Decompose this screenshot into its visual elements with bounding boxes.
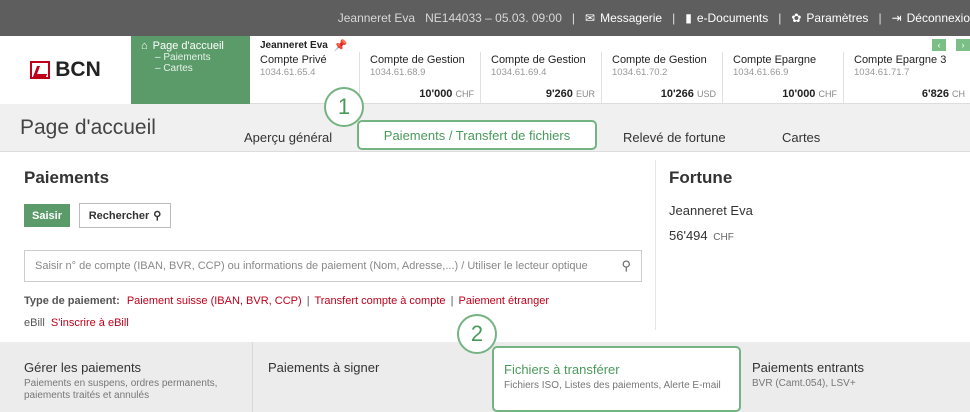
account-name: Compte de Gestion bbox=[370, 54, 465, 66]
account-balance: 9'260 EUR bbox=[545, 88, 595, 100]
swiss-payment-link[interactable]: Paiement suisse (IBAN, BVR, CCP) bbox=[127, 295, 302, 307]
page-title: Page d'accueil bbox=[20, 116, 156, 139]
payment-type-label: Type de paiement: bbox=[24, 295, 120, 307]
card-title: Paiements entrants bbox=[752, 360, 865, 375]
divider bbox=[655, 160, 656, 330]
session-info: NE144033 – 05.03. 09:00 bbox=[425, 11, 562, 25]
separator: | bbox=[306, 295, 310, 307]
account-number: 1034.61.69.4 bbox=[491, 67, 547, 78]
separator: | bbox=[571, 11, 576, 25]
account-card[interactable]: Compte de Gestion 1034.61.70.2 10'266 US… bbox=[602, 52, 723, 104]
files-transfer-card[interactable]: Fichiers à transférer Fichiers ISO, List… bbox=[492, 346, 741, 412]
account-number: 1034.61.65.4 bbox=[260, 67, 316, 78]
tab-wealth[interactable]: Relevé de fortune bbox=[623, 130, 726, 145]
logout-link[interactable]: Déconnexio bbox=[907, 11, 970, 25]
separator: | bbox=[672, 11, 676, 25]
bcn-logo-text: BCN bbox=[55, 58, 101, 81]
logout-icon: ⇥ bbox=[891, 11, 902, 25]
nav-home[interactable]: ⌂ Page d'accueil bbox=[141, 40, 250, 52]
page-header: Page d'accueil Aperçu général Paiements … bbox=[0, 104, 970, 152]
account-balance: 6'826 CH bbox=[921, 88, 965, 100]
account-name: Compte de Gestion bbox=[612, 54, 707, 66]
fortune-heading: Fortune bbox=[669, 168, 733, 187]
tab-overview[interactable]: Aperçu général bbox=[244, 130, 332, 145]
messaging-link[interactable]: Messagerie bbox=[600, 11, 662, 25]
search-icon: ⚲ bbox=[153, 210, 162, 222]
chevron-right-icon[interactable]: › bbox=[956, 39, 970, 51]
enter-payment-button[interactable]: Saisir bbox=[24, 204, 70, 227]
account-card[interactable]: Compte de Gestion 1034.61.69.4 9'260 EUR bbox=[481, 52, 602, 104]
nav-item-payments[interactable]: – Paiements bbox=[141, 52, 250, 63]
step-marker-2: 2 bbox=[457, 314, 497, 354]
tab-payments[interactable]: Paiements / Transfert de fichiers bbox=[357, 120, 597, 150]
account-number: 1034.61.71.7 bbox=[854, 67, 910, 78]
bcn-logo-icon bbox=[30, 61, 51, 79]
foreign-payment-link[interactable]: Paiement étranger bbox=[458, 295, 549, 307]
account-number: 1034.61.70.2 bbox=[612, 67, 668, 78]
account-balance: 10'266 USD bbox=[660, 88, 716, 100]
separator: | bbox=[878, 11, 882, 25]
account-card[interactable]: Compte Epargne 3 1034.61.71.7 6'826 CH bbox=[844, 52, 965, 104]
divider bbox=[252, 342, 253, 412]
ebill-signup-link[interactable]: S'inscrire à eBill bbox=[51, 317, 129, 329]
card-subtitle: Fichiers ISO, Listes des paiements, Aler… bbox=[504, 380, 721, 391]
envelope-icon: ✉ bbox=[585, 11, 596, 25]
account-balance: 10'000 CHF bbox=[419, 88, 474, 100]
nav-item-cards[interactable]: – Cartes bbox=[141, 63, 250, 74]
account-card[interactable]: Compte de Gestion 1034.61.68.9 10'000 CH… bbox=[360, 52, 481, 104]
search-button-label: Rechercher bbox=[88, 209, 150, 222]
tab-cards[interactable]: Cartes bbox=[782, 130, 820, 145]
account-name: Compte Epargne 3 bbox=[854, 54, 947, 66]
nav-home-label: Page d'accueil bbox=[152, 40, 224, 52]
gear-icon: ✿ bbox=[791, 11, 802, 25]
account-transfer-link[interactable]: Transfert compte à compte bbox=[314, 295, 445, 307]
account-number: 1034.61.68.9 bbox=[370, 67, 426, 78]
home-icon: ⌂ bbox=[141, 40, 148, 52]
account-name: Compte Privé bbox=[260, 54, 327, 66]
payment-cards: Gérer les paiements Paiements en suspens… bbox=[0, 342, 970, 412]
separator: | bbox=[450, 295, 454, 307]
top-bar: Jeanneret Eva NE144033 – 05.03. 09:00 | … bbox=[0, 0, 970, 36]
account-number: 1034.61.66.9 bbox=[733, 67, 789, 78]
search-payment-button[interactable]: Rechercher ⚲ bbox=[79, 203, 171, 228]
settings-link[interactable]: Paramètres bbox=[806, 11, 868, 25]
fortune-amount: 56'494 bbox=[669, 228, 708, 243]
payment-types: Type de paiement: Paiement suisse (IBAN,… bbox=[24, 295, 549, 307]
account-holder: Jeanneret Eva 📌 bbox=[250, 36, 970, 52]
step-marker-1: 1 bbox=[324, 87, 364, 127]
manage-payments-card[interactable]: Gérer les paiements Paiements en suspens… bbox=[24, 342, 217, 412]
user-name: Jeanneret Eva bbox=[337, 11, 416, 25]
payments-heading: Paiements bbox=[24, 168, 110, 187]
document-icon: ▮ bbox=[685, 11, 692, 25]
fortune-value: 56'494 CHF bbox=[669, 228, 734, 243]
payment-search-input[interactable]: Saisir n° de compte (IBAN, BVR, CCP) ou … bbox=[24, 250, 642, 282]
ebill-line: eBill S'inscrire à eBill bbox=[24, 317, 129, 329]
account-name: Compte Epargne bbox=[733, 54, 817, 66]
search-icon[interactable]: ⚲ bbox=[621, 258, 631, 274]
card-title: Fichiers à transférer bbox=[504, 362, 620, 377]
main-content bbox=[0, 152, 970, 342]
side-nav: ⌂ Page d'accueil – Paiements – Cartes bbox=[131, 36, 250, 104]
sign-payments-card[interactable]: Paiements à signer bbox=[268, 342, 379, 412]
account-card[interactable]: Compte Epargne 1034.61.66.9 10'000 CHF bbox=[723, 52, 844, 104]
ebill-label: eBill bbox=[24, 317, 45, 329]
card-subtitle: BVR (Camt.054), LSV+ bbox=[752, 378, 856, 389]
edocuments-link[interactable]: e-Documents bbox=[697, 11, 768, 25]
search-placeholder: Saisir n° de compte (IBAN, BVR, CCP) ou … bbox=[35, 260, 588, 272]
fortune-currency: CHF bbox=[713, 232, 734, 243]
account-holder-name: Jeanneret Eva bbox=[260, 40, 328, 51]
chevron-left-icon[interactable]: ‹ bbox=[932, 39, 946, 51]
account-balance: 10'000 CHF bbox=[782, 88, 837, 100]
card-title: Gérer les paiements bbox=[24, 360, 142, 375]
pin-icon[interactable]: 📌 bbox=[334, 39, 348, 52]
account-scroll: ‹ › bbox=[932, 39, 970, 51]
separator: | bbox=[778, 11, 782, 25]
incoming-payments-card[interactable]: Paiements entrants BVR (Camt.054), LSV+ bbox=[752, 342, 864, 412]
card-subtitle: Paiements en suspens, ordres permanents,… bbox=[24, 378, 218, 401]
account-name: Compte de Gestion bbox=[491, 54, 586, 66]
bcn-logo[interactable]: BCN bbox=[0, 36, 131, 104]
fortune-owner: Jeanneret Eva bbox=[669, 203, 753, 218]
card-title: Paiements à signer bbox=[268, 360, 380, 375]
